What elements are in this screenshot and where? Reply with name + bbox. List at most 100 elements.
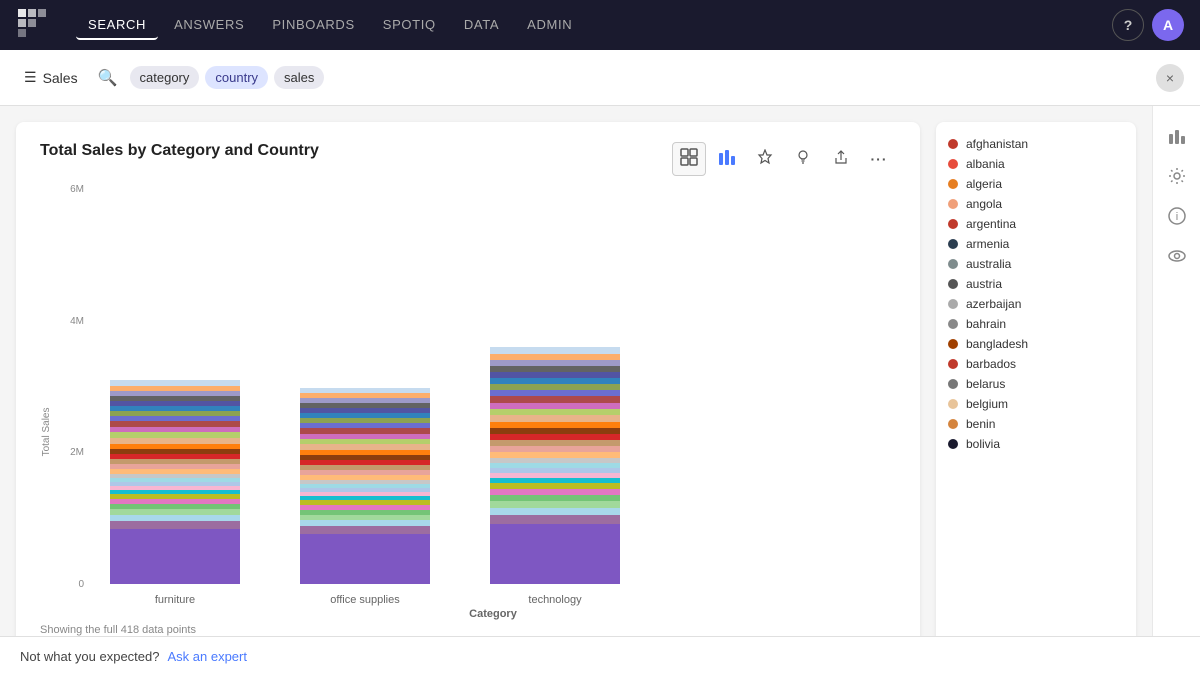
y-axis-title: Total Sales <box>41 408 52 457</box>
nav-right-actions: ? A <box>1112 9 1184 41</box>
bar-label: furniture <box>155 594 195 606</box>
sidebar-settings-button[interactable] <box>1159 158 1195 194</box>
search-clear-button[interactable]: × <box>1156 64 1184 92</box>
nav-links: SEARCH ANSWERS PINBOARDS SPOTIQ DATA ADM… <box>76 11 1088 40</box>
chip-category[interactable]: category <box>130 66 200 89</box>
legend-item-label: belgium <box>966 397 1008 411</box>
sidebar-chart-button[interactable] <box>1159 118 1195 154</box>
legend-item-label: armenia <box>966 237 1009 251</box>
sidebar-icons: i <box>1152 106 1200 676</box>
legend-item-label: australia <box>966 257 1011 271</box>
bottom-text: Not what you expected? <box>20 649 159 664</box>
nav-answers[interactable]: ANSWERS <box>162 11 256 40</box>
legend-item[interactable]: albania <box>944 154 1128 174</box>
insight-button[interactable] <box>786 142 820 176</box>
share-button[interactable] <box>824 142 858 176</box>
more-options-button[interactable]: ··· <box>862 142 896 176</box>
legend-color-dot <box>948 239 958 249</box>
chart-header: Total Sales by Category and Country <box>40 142 896 176</box>
bar-segment <box>110 529 240 584</box>
legend-item[interactable]: armenia <box>944 234 1128 254</box>
help-button[interactable]: ? <box>1112 9 1144 41</box>
top-navigation: SEARCH ANSWERS PINBOARDS SPOTIQ DATA ADM… <box>0 0 1200 50</box>
main-content: Total Sales by Category and Country <box>0 106 1200 676</box>
legend-color-dot <box>948 379 958 389</box>
nav-search[interactable]: SEARCH <box>76 11 158 40</box>
bar-segment <box>300 534 430 584</box>
sidebar-info-button[interactable]: i <box>1159 198 1195 234</box>
chart-toolbar: ··· <box>672 142 896 176</box>
legend-item-label: benin <box>966 417 995 431</box>
legend-item[interactable]: bahrain <box>944 314 1128 334</box>
y-axis: Total Sales 6M 4M 2M 0 <box>40 184 90 620</box>
bar-group-furniture: furniture <box>110 354 240 606</box>
legend-color-dot <box>948 219 958 229</box>
legend-color-dot <box>948 259 958 269</box>
bar-chart-button[interactable] <box>710 142 744 176</box>
legend-item[interactable]: barbados <box>944 354 1128 374</box>
nav-spotiq[interactable]: SPOTIQ <box>371 11 448 40</box>
bar-segment <box>490 508 620 515</box>
bar-group-office-supplies: office supplies <box>300 364 430 606</box>
bar-segment <box>490 515 620 524</box>
stacked-bar-technology[interactable] <box>490 319 620 584</box>
legend-item-label: bolivia <box>966 437 1000 451</box>
pin-button[interactable] <box>748 142 782 176</box>
y-axis-label-0: 0 <box>40 579 90 590</box>
bar-segment <box>110 521 240 529</box>
user-avatar[interactable]: A <box>1152 9 1184 41</box>
data-points-text: Showing the full 418 data points <box>40 624 196 636</box>
legend-item[interactable]: australia <box>944 254 1128 274</box>
stacked-bar-furniture[interactable] <box>110 354 240 584</box>
legend-item[interactable]: bangladesh <box>944 334 1128 354</box>
search-icon: 🔍 <box>98 68 118 88</box>
chip-country[interactable]: country <box>205 66 268 89</box>
chart-title: Total Sales by Category and Country <box>40 142 319 160</box>
legend-color-dot <box>948 179 958 189</box>
legend-item-label: albania <box>966 157 1005 171</box>
y-axis-label-4m: 4M <box>40 316 90 327</box>
legend-color-dot <box>948 139 958 149</box>
nav-pinboards[interactable]: PINBOARDS <box>260 11 366 40</box>
sidebar-eye-button[interactable] <box>1159 238 1195 274</box>
legend-item[interactable]: belarus <box>944 374 1128 394</box>
legend-item[interactable]: bolivia <box>944 434 1128 454</box>
list-icon: ☰ <box>24 69 37 86</box>
app-logo[interactable] <box>16 7 52 43</box>
bars-container: furniture office supplies technology <box>90 184 896 606</box>
legend-item[interactable]: angola <box>944 194 1128 214</box>
legend-item[interactable]: afghanistan <box>944 134 1128 154</box>
nav-admin[interactable]: ADMIN <box>515 11 584 40</box>
legend-item[interactable]: austria <box>944 274 1128 294</box>
legend-color-dot <box>948 339 958 349</box>
legend-color-dot <box>948 399 958 409</box>
legend-item-label: argentina <box>966 217 1016 231</box>
legend-color-dot <box>948 439 958 449</box>
legend-item-label: angola <box>966 197 1002 211</box>
nav-data[interactable]: DATA <box>452 11 511 40</box>
legend-item[interactable]: argentina <box>944 214 1128 234</box>
bulb-icon <box>795 149 811 170</box>
bar-segment <box>490 501 620 508</box>
stacked-bar-office-supplies[interactable] <box>300 364 430 584</box>
chip-sales[interactable]: sales <box>274 66 324 89</box>
legend-color-dot <box>948 159 958 169</box>
bar-group-technology: technology <box>490 319 620 606</box>
bar-label: technology <box>528 594 581 606</box>
bar-label: office supplies <box>330 594 400 606</box>
legend-color-dot <box>948 419 958 429</box>
table-icon <box>680 148 698 171</box>
legend-item[interactable]: azerbaijan <box>944 294 1128 314</box>
data-source-label[interactable]: ☰ Sales <box>16 65 86 90</box>
svg-text:i: i <box>1175 211 1177 223</box>
legend-color-dot <box>948 199 958 209</box>
table-view-button[interactable] <box>672 142 706 176</box>
legend-item-label: algeria <box>966 177 1002 191</box>
legend-item[interactable]: algeria <box>944 174 1128 194</box>
legend-item-label: barbados <box>966 357 1016 371</box>
legend-item[interactable]: belgium <box>944 394 1128 414</box>
ask-expert-link[interactable]: Ask an expert <box>167 649 247 664</box>
y-axis-label-6m: 6M <box>40 184 90 195</box>
legend-item[interactable]: benin <box>944 414 1128 434</box>
pin-icon <box>757 149 773 170</box>
